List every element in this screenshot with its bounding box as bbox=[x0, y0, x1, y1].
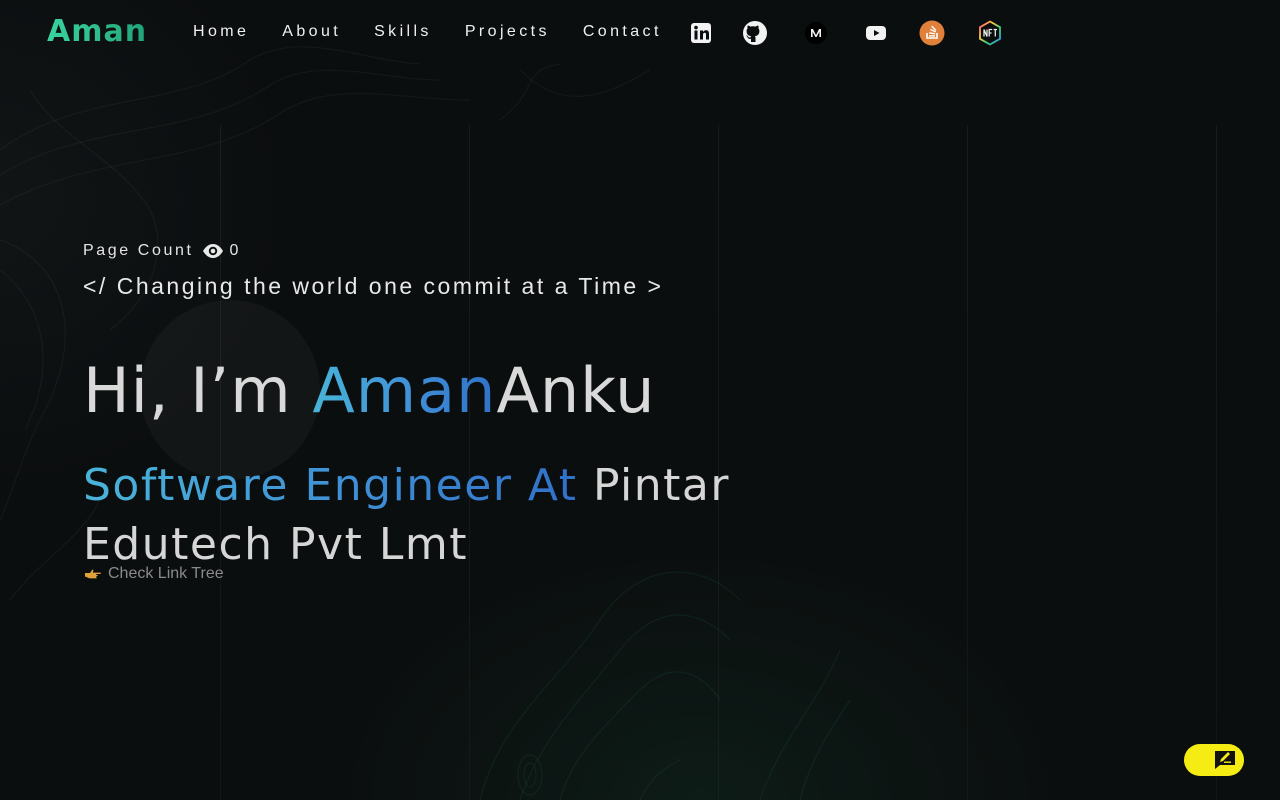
portfolio-page: Aman Home About Skills Projects Contact bbox=[0, 0, 1280, 800]
first-name: Aman bbox=[312, 354, 497, 427]
eye-icon bbox=[202, 243, 224, 259]
page-count-label: Page Count bbox=[83, 242, 194, 259]
nft-icon[interactable] bbox=[975, 18, 1005, 48]
role-highlight: Software Engineer At bbox=[83, 460, 578, 511]
linktree-label: Check Link Tree bbox=[108, 565, 224, 582]
feedback-button[interactable] bbox=[1184, 744, 1244, 776]
medium-icon[interactable] bbox=[801, 18, 831, 48]
nav-contact[interactable]: Contact bbox=[583, 22, 662, 42]
grid-line bbox=[1216, 125, 1217, 800]
feedback-icon bbox=[1214, 750, 1236, 770]
top-nav: Aman Home About Skills Projects Contact bbox=[0, 0, 1280, 64]
page-count: Page Count 0 bbox=[83, 242, 241, 260]
page-count-value: 0 bbox=[229, 242, 242, 259]
logo[interactable]: Aman bbox=[47, 14, 147, 50]
linktree-link[interactable]: Check Link Tree bbox=[84, 565, 224, 583]
nav-skills[interactable]: Skills bbox=[374, 22, 432, 42]
nav-home[interactable]: Home bbox=[193, 22, 249, 42]
nav-links: Home About Skills Projects Contact bbox=[193, 22, 695, 42]
stackoverflow-icon[interactable] bbox=[917, 18, 947, 48]
nav-projects[interactable]: Projects bbox=[465, 22, 550, 42]
greeting: Hi, I’m bbox=[83, 354, 313, 427]
nav-about[interactable]: About bbox=[282, 22, 341, 42]
linkedin-icon[interactable] bbox=[686, 18, 716, 48]
pointing-hand-icon bbox=[84, 568, 102, 580]
last-name: Anku bbox=[496, 354, 656, 427]
youtube-icon[interactable] bbox=[861, 18, 891, 48]
hero-role: Software Engineer At Pintar Edutech Pvt … bbox=[83, 456, 843, 574]
grid-line bbox=[967, 125, 968, 800]
hero-title: Hi, I’m AmanAnku bbox=[83, 352, 655, 430]
tagline: </ Changing the world one commit at a Ti… bbox=[83, 273, 664, 299]
github-icon[interactable] bbox=[740, 18, 770, 48]
